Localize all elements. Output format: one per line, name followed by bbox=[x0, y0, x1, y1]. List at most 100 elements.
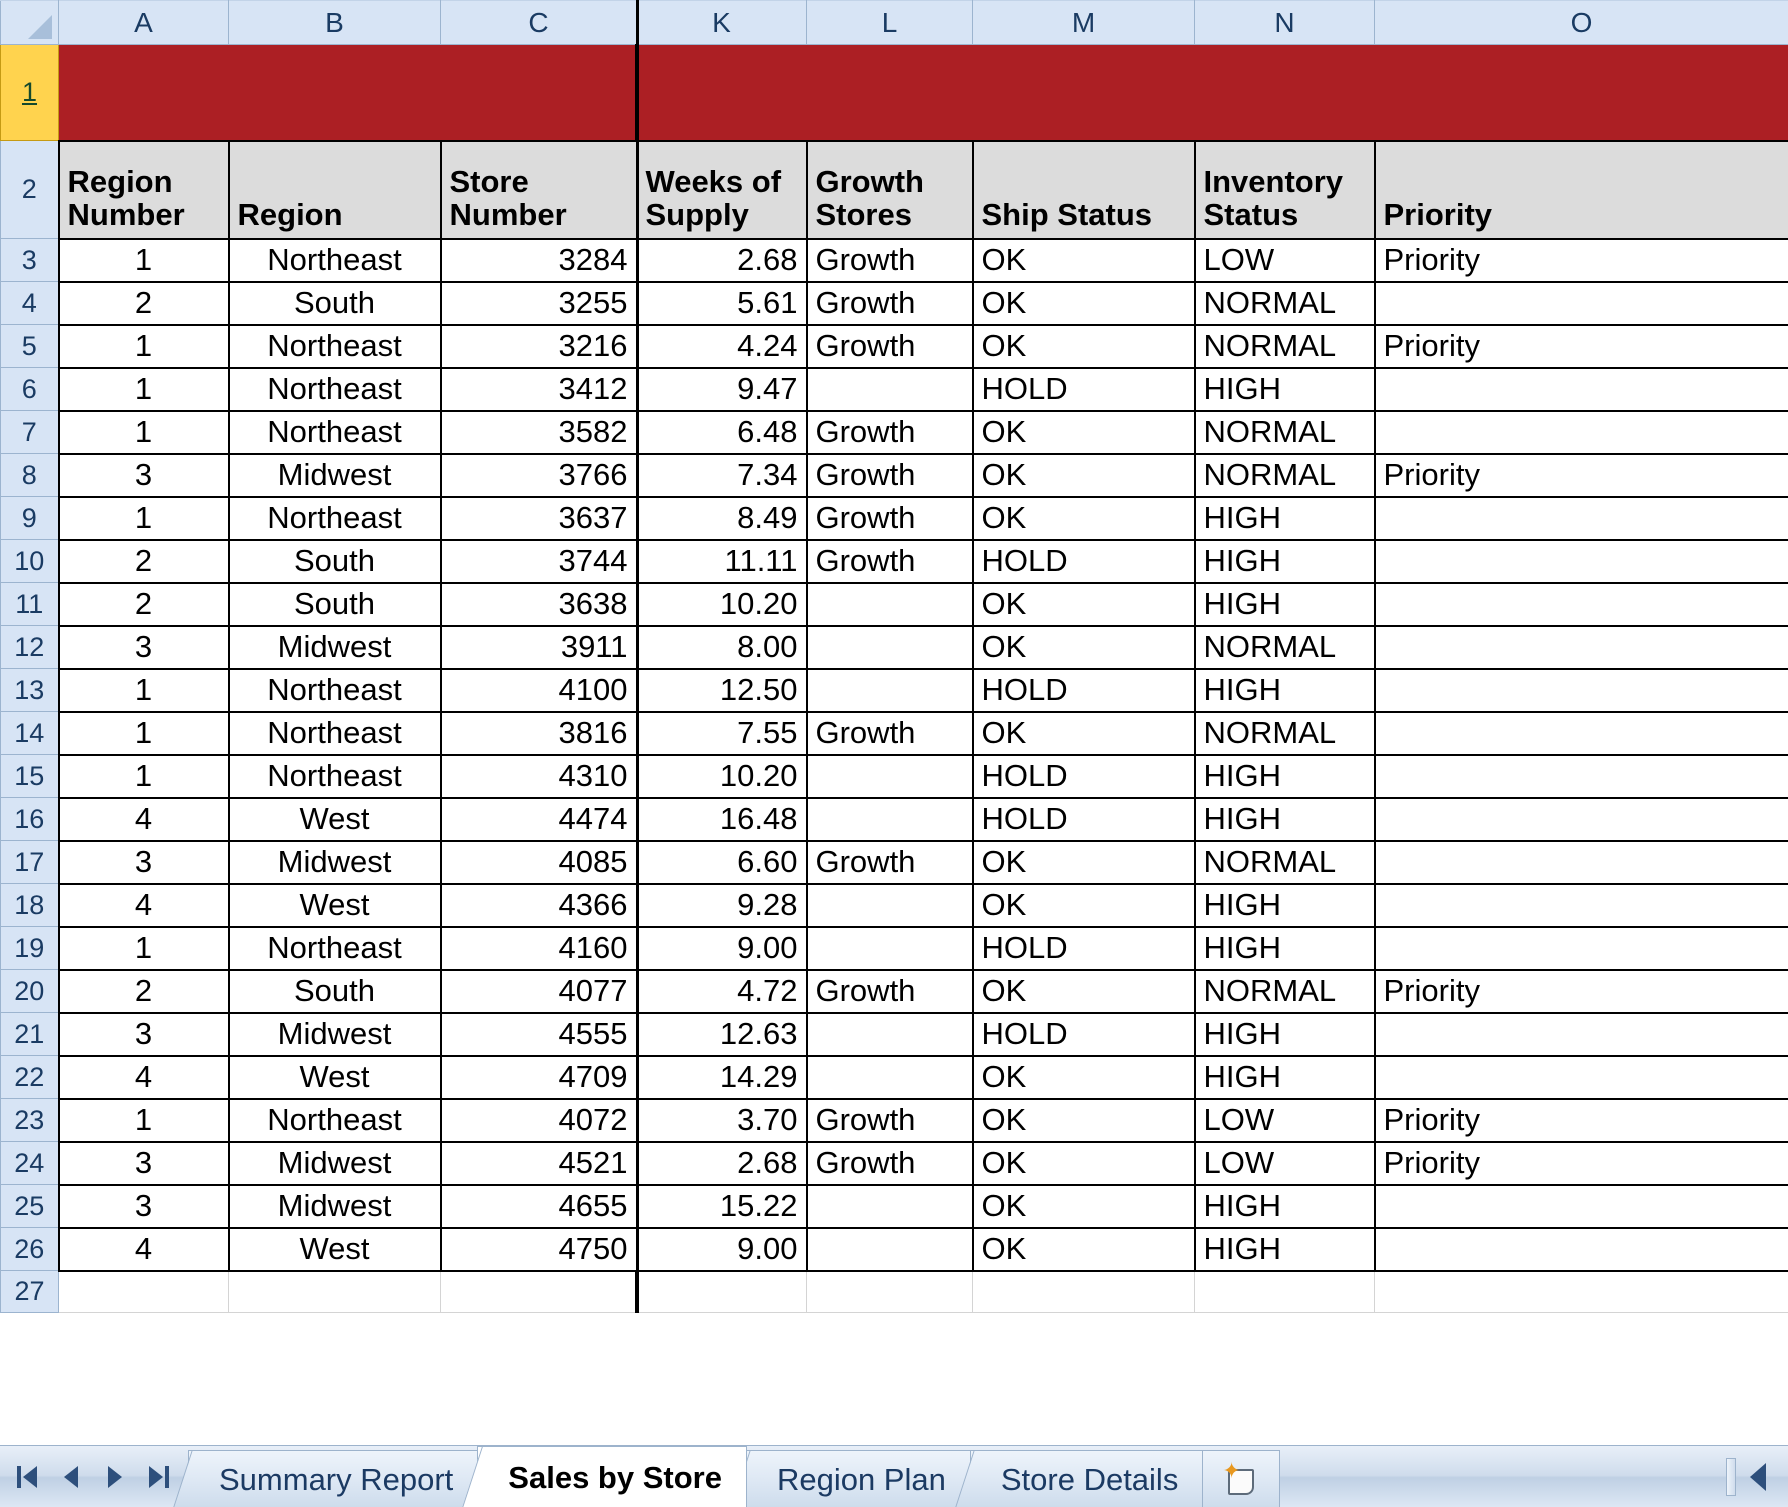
cell-N10[interactable]: HIGH bbox=[1193, 538, 1376, 584]
cell-K7[interactable]: 6.48 bbox=[635, 409, 808, 455]
column-title-L[interactable]: Growth Stores bbox=[805, 139, 974, 240]
cell-K4[interactable]: 5.61 bbox=[635, 280, 808, 326]
row-header-9[interactable]: 9 bbox=[0, 496, 59, 540]
banner-cell-left[interactable] bbox=[58, 44, 638, 141]
cell-N4[interactable]: NORMAL bbox=[1193, 280, 1376, 326]
cell-L9[interactable]: Growth bbox=[805, 495, 974, 541]
cell-A11[interactable]: 2 bbox=[57, 581, 230, 627]
cell-M3[interactable]: OK bbox=[971, 237, 1196, 283]
cell-O23[interactable]: Priority bbox=[1373, 1097, 1788, 1143]
cell-K9[interactable]: 8.49 bbox=[635, 495, 808, 541]
cell-A21[interactable]: 3 bbox=[57, 1011, 230, 1057]
cell-A25[interactable]: 3 bbox=[57, 1183, 230, 1229]
row-header-21[interactable]: 21 bbox=[0, 1012, 59, 1056]
cell-M22[interactable]: OK bbox=[971, 1054, 1196, 1100]
cell-K19[interactable]: 9.00 bbox=[635, 925, 808, 971]
cell-K13[interactable]: 12.50 bbox=[635, 667, 808, 713]
cell-C8[interactable]: 3766 bbox=[439, 452, 638, 498]
split-handle[interactable] bbox=[1726, 1457, 1736, 1496]
cell-K6[interactable]: 9.47 bbox=[635, 366, 808, 412]
cell-B23[interactable]: Northeast bbox=[227, 1097, 442, 1143]
cell-M26[interactable]: OK bbox=[971, 1226, 1196, 1272]
cell-M4[interactable]: OK bbox=[971, 280, 1196, 326]
cell-K26[interactable]: 9.00 bbox=[635, 1226, 808, 1272]
previous-sheet-icon[interactable] bbox=[60, 1465, 82, 1489]
cell-L25[interactable] bbox=[805, 1183, 974, 1229]
cell-N22[interactable]: HIGH bbox=[1193, 1054, 1376, 1100]
cell-C13[interactable]: 4100 bbox=[439, 667, 638, 713]
cell-C16[interactable]: 4474 bbox=[439, 796, 638, 842]
cell-L24[interactable]: Growth bbox=[805, 1140, 974, 1186]
row-header-19[interactable]: 19 bbox=[0, 926, 59, 970]
cell-A4[interactable]: 2 bbox=[57, 280, 230, 326]
cell-N24[interactable]: LOW bbox=[1193, 1140, 1376, 1186]
cell-O3[interactable]: Priority bbox=[1373, 237, 1788, 283]
cell-C14[interactable]: 3816 bbox=[439, 710, 638, 756]
cell-A13[interactable]: 1 bbox=[57, 667, 230, 713]
row-header-20[interactable]: 20 bbox=[0, 969, 59, 1013]
cell-L11[interactable] bbox=[805, 581, 974, 627]
cell-N7[interactable]: NORMAL bbox=[1193, 409, 1376, 455]
row-header-15[interactable]: 15 bbox=[0, 754, 59, 798]
cell-K10[interactable]: 11.11 bbox=[635, 538, 808, 584]
cell-M11[interactable]: OK bbox=[971, 581, 1196, 627]
cell-B27[interactable] bbox=[228, 1270, 441, 1313]
cell-M27[interactable] bbox=[972, 1270, 1195, 1313]
cell-C23[interactable]: 4072 bbox=[439, 1097, 638, 1143]
cell-B9[interactable]: Northeast bbox=[227, 495, 442, 541]
cell-K15[interactable]: 10.20 bbox=[635, 753, 808, 799]
cell-B3[interactable]: Northeast bbox=[227, 237, 442, 283]
cell-B12[interactable]: Midwest bbox=[227, 624, 442, 670]
cell-B19[interactable]: Northeast bbox=[227, 925, 442, 971]
cell-C12[interactable]: 3911 bbox=[439, 624, 638, 670]
cell-B22[interactable]: West bbox=[227, 1054, 442, 1100]
insert-worksheet-icon[interactable]: ✦ bbox=[1202, 1450, 1281, 1507]
cell-L8[interactable]: Growth bbox=[805, 452, 974, 498]
cell-B26[interactable]: West bbox=[227, 1226, 442, 1272]
cell-N15[interactable]: HIGH bbox=[1193, 753, 1376, 799]
cell-B14[interactable]: Northeast bbox=[227, 710, 442, 756]
cell-B18[interactable]: West bbox=[227, 882, 442, 928]
column-header-L[interactable]: L bbox=[806, 0, 973, 45]
row-header-12[interactable]: 12 bbox=[0, 625, 59, 669]
cell-O6[interactable] bbox=[1373, 366, 1788, 412]
cell-L26[interactable] bbox=[805, 1226, 974, 1272]
cell-K27[interactable] bbox=[635, 1270, 807, 1313]
row-header-25[interactable]: 25 bbox=[0, 1184, 59, 1228]
cell-C22[interactable]: 4709 bbox=[439, 1054, 638, 1100]
cell-L27[interactable] bbox=[806, 1270, 973, 1313]
cell-L14[interactable]: Growth bbox=[805, 710, 974, 756]
cell-L3[interactable]: Growth bbox=[805, 237, 974, 283]
cell-M23[interactable]: OK bbox=[971, 1097, 1196, 1143]
cell-M9[interactable]: OK bbox=[971, 495, 1196, 541]
cell-L22[interactable] bbox=[805, 1054, 974, 1100]
cell-K5[interactable]: 4.24 bbox=[635, 323, 808, 369]
cell-O22[interactable] bbox=[1373, 1054, 1788, 1100]
column-title-M[interactable]: Ship Status bbox=[971, 139, 1196, 240]
row-header-6[interactable]: 6 bbox=[0, 367, 59, 411]
cell-N12[interactable]: NORMAL bbox=[1193, 624, 1376, 670]
cell-C10[interactable]: 3744 bbox=[439, 538, 638, 584]
row-header-8[interactable]: 8 bbox=[0, 453, 59, 497]
cell-A6[interactable]: 1 bbox=[57, 366, 230, 412]
row-header-4[interactable]: 4 bbox=[0, 281, 59, 325]
cell-C24[interactable]: 4521 bbox=[439, 1140, 638, 1186]
cell-K18[interactable]: 9.28 bbox=[635, 882, 808, 928]
cell-O27[interactable] bbox=[1374, 1270, 1788, 1313]
cell-K24[interactable]: 2.68 bbox=[635, 1140, 808, 1186]
cell-L12[interactable] bbox=[805, 624, 974, 670]
cell-B25[interactable]: Midwest bbox=[227, 1183, 442, 1229]
column-header-O[interactable]: O bbox=[1374, 0, 1788, 45]
row-header-22[interactable]: 22 bbox=[0, 1055, 59, 1099]
row-header-18[interactable]: 18 bbox=[0, 883, 59, 927]
cell-A17[interactable]: 3 bbox=[57, 839, 230, 885]
cell-O4[interactable] bbox=[1373, 280, 1788, 326]
row-header-10[interactable]: 10 bbox=[0, 539, 59, 583]
column-header-C[interactable]: C bbox=[440, 0, 637, 45]
cell-B17[interactable]: Midwest bbox=[227, 839, 442, 885]
cell-B5[interactable]: Northeast bbox=[227, 323, 442, 369]
cell-A19[interactable]: 1 bbox=[57, 925, 230, 971]
row-header-23[interactable]: 23 bbox=[0, 1098, 59, 1142]
cell-B11[interactable]: South bbox=[227, 581, 442, 627]
sheet-tab-1[interactable]: Sales by Store bbox=[462, 1446, 747, 1507]
